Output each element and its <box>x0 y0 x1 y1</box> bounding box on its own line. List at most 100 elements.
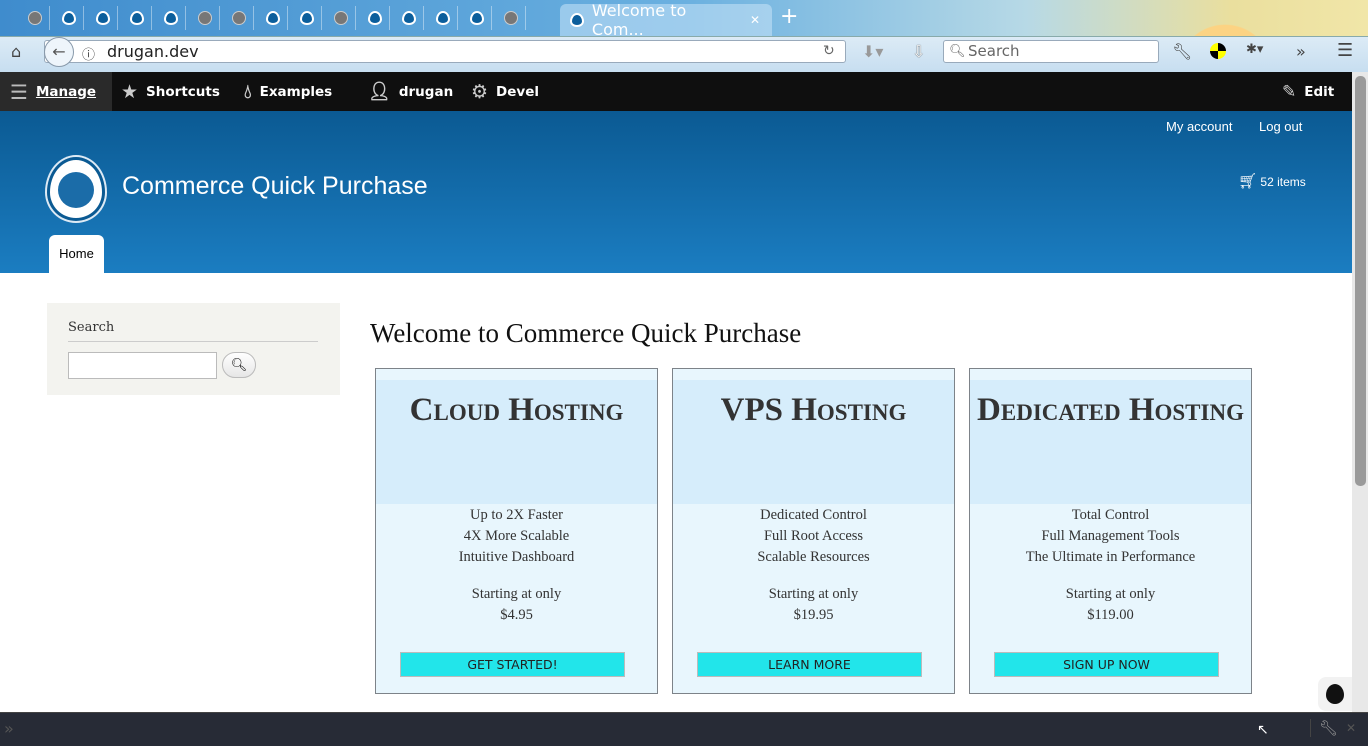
gear-icon: ⚙ <box>471 80 489 103</box>
url-bar[interactable]: drugan.dev <box>44 40 846 63</box>
new-tab-icon[interactable]: + <box>780 4 798 29</box>
cart-count: 52 items <box>1260 175 1306 189</box>
drupal-favicon-icon <box>367 11 382 25</box>
close-tab-icon[interactable]: ✕ <box>750 13 760 27</box>
toolbar-shortcuts[interactable]: ★ Shortcuts <box>121 72 220 111</box>
browser-tab[interactable] <box>326 6 356 30</box>
drupal-favicon-icon <box>95 11 110 25</box>
price-label: Starting at only <box>1065 586 1156 602</box>
browser-tab[interactable] <box>428 6 458 30</box>
my-account-link[interactable]: My account <box>1166 119 1232 134</box>
drupal-favicon-icon <box>435 11 450 25</box>
browser-tab[interactable] <box>360 6 390 30</box>
devel-label: Devel <box>496 83 539 100</box>
menu-icon[interactable]: ☰ <box>1337 40 1353 61</box>
tab-strip: Welcome to Com... ✕ + <box>0 0 1368 72</box>
log-out-link[interactable]: Log out <box>1259 119 1302 134</box>
site-name[interactable]: Commerce Quick Purchase <box>122 172 428 201</box>
card-features: Total Control Full Management Tools The Ul… <box>970 505 1251 568</box>
price-value: $4.95 <box>500 607 533 623</box>
browser-tab[interactable] <box>224 6 254 30</box>
card-cta-button[interactable]: GET STARTED! <box>400 652 625 677</box>
crash-test-icon[interactable] <box>1210 43 1226 59</box>
hamburger-icon: ☰ <box>10 79 28 104</box>
price-label: Starting at only <box>768 586 859 602</box>
cart-icon: 🛒︎ <box>1238 173 1258 190</box>
drupal-logo[interactable] <box>47 157 105 221</box>
home-icon[interactable]: ⌂ <box>11 42 21 61</box>
admin-toolbar: ☰ Manage ★ Shortcuts 💧︎ Examples 👤︎ drugan ⚙… <box>0 72 1352 111</box>
search-placeholder: Search <box>968 42 1020 60</box>
active-tab[interactable]: Welcome to Com... ✕ <box>560 1 772 39</box>
drupal-favicon-icon <box>265 11 280 25</box>
card-heading: Dedicated Hosting <box>970 380 1251 504</box>
toolbar-manage[interactable]: ☰ Manage <box>0 72 112 111</box>
drupal-favicon-icon <box>299 11 314 25</box>
download-icon[interactable]: ⬇▾ <box>862 42 883 61</box>
browser-tab[interactable] <box>394 6 424 30</box>
feature-item: Full Management Tools <box>1041 528 1180 544</box>
wrench-icon[interactable]: 🔧︎ <box>1310 719 1338 737</box>
card-heading: VPS Hosting <box>673 380 954 504</box>
card-cta-button[interactable]: SIGN UP NOW <box>994 652 1219 677</box>
url-text: drugan.dev <box>107 42 199 61</box>
price-value: $19.95 <box>793 607 834 623</box>
magnifier-icon: 🔍︎ <box>230 357 248 373</box>
card-features: Dedicated Control Full Root Access Scalabl… <box>673 505 954 568</box>
card-price: Starting at only $19.95 <box>673 584 954 626</box>
cursor-icon: ↖ <box>1257 722 1269 738</box>
pricing-card: Dedicated Hosting Total Control Full Manag… <box>969 368 1252 694</box>
toolbar-edit[interactable]: ✎ Edit <box>1282 72 1334 111</box>
search-block: Search 🔍︎ <box>47 303 340 395</box>
drupal-favicon-icon <box>401 11 416 25</box>
search-input[interactable]: 🔍︎ Search <box>943 40 1159 63</box>
browser-tab[interactable] <box>156 6 186 30</box>
browser-tab[interactable] <box>292 6 322 30</box>
feature-item: 4X More Scalable <box>463 528 570 544</box>
close-icon[interactable]: ✕ <box>1346 721 1356 735</box>
search-submit-button[interactable]: 🔍︎ <box>222 352 256 378</box>
browser-tab[interactable] <box>258 6 288 30</box>
star-icon: ★ <box>121 80 139 103</box>
browser-tab[interactable] <box>462 6 492 30</box>
card-heading: Cloud Hosting <box>376 380 657 504</box>
browser-tab[interactable] <box>88 6 118 30</box>
cart-block[interactable]: 🛒︎ 52 items <box>1238 172 1306 190</box>
back-button[interactable]: ← <box>44 37 74 67</box>
globe-icon <box>197 11 212 25</box>
toolbar-examples[interactable]: 💧︎ Examples <box>244 72 332 111</box>
toolbar-devel[interactable]: ⚙ Devel <box>471 72 539 111</box>
card-price: Starting at only $119.00 <box>970 584 1251 626</box>
browser-tab[interactable] <box>122 6 152 30</box>
manage-label: Manage <box>35 83 97 100</box>
feature-item: Scalable Resources <box>757 549 870 565</box>
feature-item: Full Root Access <box>763 528 864 544</box>
search-block-title: Search <box>68 320 318 342</box>
site-search-input[interactable] <box>68 352 217 379</box>
drupal-contextual-button[interactable] <box>1318 677 1352 711</box>
info-icon[interactable]: ⓘ <box>82 44 95 63</box>
browser-tab[interactable] <box>496 6 526 30</box>
price-label: Starting at only <box>471 586 562 602</box>
user-icon: 👤︎ <box>368 81 391 102</box>
examples-label: Examples <box>259 83 333 100</box>
overflow-icon[interactable]: » <box>1296 42 1306 61</box>
pricing-card: Cloud Hosting Up to 2X Faster 4X More Scal… <box>375 368 658 694</box>
card-cta-button[interactable]: LEARN MORE <box>697 652 922 677</box>
wrench-icon[interactable]: 🔧︎ <box>1172 42 1192 61</box>
browser-tab[interactable] <box>190 6 220 30</box>
card-price: Starting at only $4.95 <box>376 584 657 626</box>
drupal-favicon-icon <box>163 11 178 25</box>
drupal-favicon-icon <box>129 11 144 25</box>
drupal-drop-icon <box>1326 684 1344 704</box>
browser-tab[interactable] <box>20 6 50 30</box>
save-pocket-icon[interactable]: ⇩ <box>912 42 925 61</box>
drop-icon: 💧︎ <box>244 80 252 103</box>
firebug-icon[interactable]: ✱▾ <box>1246 42 1263 57</box>
browser-tab[interactable] <box>54 6 84 30</box>
tab-home[interactable]: Home <box>49 235 104 273</box>
scrollbar-thumb[interactable] <box>1355 76 1366 486</box>
toolbar-user[interactable]: 👤︎ drugan <box>368 72 453 111</box>
reload-icon[interactable]: ↻ <box>823 43 835 59</box>
expand-icon[interactable]: » <box>4 719 14 738</box>
